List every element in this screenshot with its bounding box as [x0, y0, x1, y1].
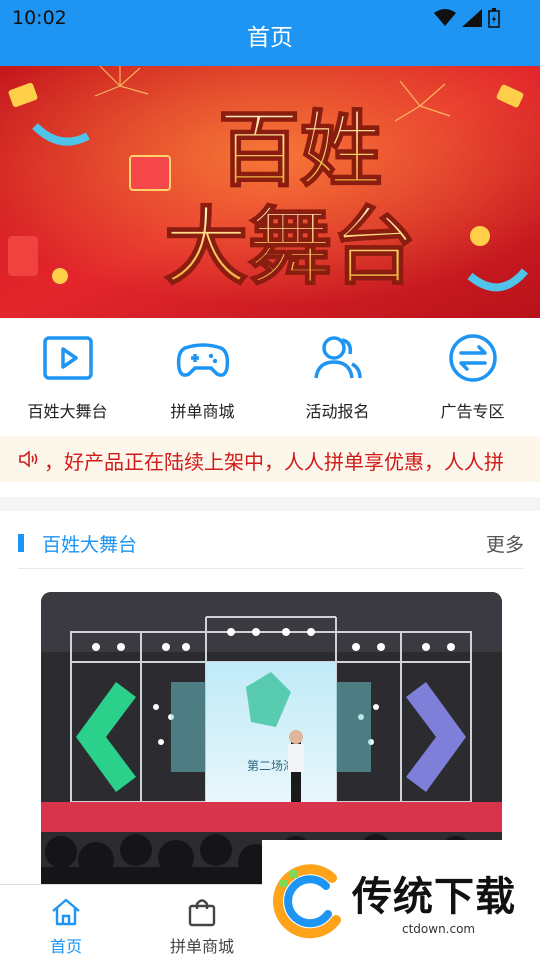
shopping-bag-icon [188, 899, 216, 927]
quick-link-stage[interactable]: 百姓大舞台 [0, 330, 135, 421]
tab-home[interactable]: 首页 [6, 897, 126, 957]
quick-link-label: 拼单商城 [170, 402, 235, 421]
stage-screen-text: 第二场海 [247, 758, 295, 773]
banner-title-line2: 大舞台 [164, 198, 416, 296]
watermark-url: ctdown.com [402, 922, 476, 936]
section-header: 百姓大舞台 更多 [18, 528, 524, 569]
users-icon [313, 336, 362, 379]
tab-label: 首页 [49, 937, 82, 956]
tab-shop[interactable]: 拼单商城 [142, 897, 262, 957]
play-icon [42, 336, 93, 380]
more-link[interactable]: 更多 [486, 530, 524, 557]
tab-label: 拼单商城 [169, 937, 234, 956]
ctdown-logo [273, 864, 341, 939]
swap-icon [448, 334, 497, 382]
page-title: 首页 [247, 25, 293, 51]
quick-link-label: 广告专区 [440, 402, 505, 421]
watermark-brand: 传统下载 [352, 874, 516, 920]
app-header: 10:02 首页 [0, 0, 540, 66]
banner-image: 百姓 大舞台 [0, 66, 540, 318]
section-title: 百姓大舞台 [42, 534, 138, 556]
quick-link-label: 百姓大舞台 [27, 402, 108, 421]
quick-link-label: 活动报名 [305, 402, 370, 421]
quick-link-ads[interactable]: 广告专区 [405, 330, 540, 421]
home-icon [52, 898, 80, 926]
banner-title-line1: 百姓 [218, 103, 382, 198]
section-divider [0, 497, 540, 511]
notice-bar[interactable]: ，好产品正在陆续上架中，人人拼单享优惠，人人拼 [0, 436, 540, 482]
gamepad-icon [176, 343, 229, 377]
quick-link-shop[interactable]: 拼单商城 [135, 330, 270, 421]
quick-link-signup[interactable]: 活动报名 [270, 330, 405, 421]
section-accent-bar [18, 534, 24, 552]
notice-text: ，好产品正在陆续上架中，人人拼单享优惠，人人拼 [44, 450, 504, 474]
banner-carousel[interactable]: 百姓 大舞台 [0, 66, 540, 318]
watermark-overlay: 传统下载 ctdown.com [262, 840, 540, 960]
speaker-icon [19, 450, 38, 468]
